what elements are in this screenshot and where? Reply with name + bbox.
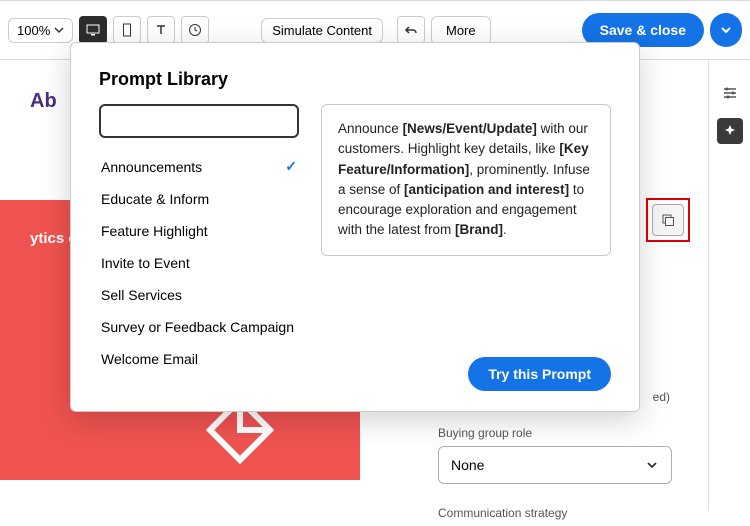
- ai-rail-button[interactable]: [717, 118, 743, 144]
- device-mobile-button[interactable]: [113, 16, 141, 44]
- zoom-value: 100%: [17, 23, 50, 38]
- prompt-item[interactable]: Welcome Email: [99, 343, 299, 375]
- check-icon: ✓: [285, 158, 297, 175]
- buying-group-select[interactable]: None: [438, 446, 672, 484]
- prompt-item-label: Invite to Event: [101, 255, 190, 271]
- prompt-item-label: Feature Highlight: [101, 223, 208, 239]
- try-prompt-button[interactable]: Try this Prompt: [468, 357, 611, 391]
- copy-icon: [660, 212, 676, 228]
- preview-placeholder: [anticipation and interest]: [404, 182, 569, 197]
- sparkle-icon: [722, 123, 738, 139]
- preview-placeholder: [News/Event/Update]: [403, 121, 537, 136]
- undo-icon: [404, 24, 418, 36]
- prompt-item[interactable]: Educate & Inform: [99, 183, 299, 215]
- chevron-down-icon: [54, 25, 64, 35]
- prompt-item-label: Survey or Feedback Campaign: [101, 319, 294, 335]
- device-desktop-button[interactable]: [79, 16, 107, 44]
- mobile-icon: [122, 23, 132, 37]
- prompt-preview: Announce [News/Event/Update] with our cu…: [321, 104, 611, 256]
- prompt-item[interactable]: Announcements ✓: [99, 150, 299, 183]
- undo-button[interactable]: [397, 16, 425, 44]
- text-icon: [155, 24, 167, 36]
- chevron-down-icon: [720, 24, 732, 36]
- preview-placeholder: [Key Feature/Information]: [338, 141, 589, 176]
- save-dropdown-button[interactable]: [710, 13, 742, 47]
- prompt-item-label: Sell Services: [101, 287, 182, 303]
- simulate-content-button[interactable]: Simulate Content: [261, 18, 383, 43]
- copy-button[interactable]: [652, 204, 684, 236]
- prompt-item-label: Announcements: [101, 159, 202, 175]
- clock-icon: [188, 23, 202, 37]
- zoom-selector[interactable]: 100%: [8, 18, 73, 43]
- prompt-item[interactable]: Feature Highlight: [99, 215, 299, 247]
- prompt-list: Announcements ✓ Educate & Inform Feature Hi…: [99, 150, 299, 375]
- prompt-item-label: Educate & Inform: [101, 191, 209, 207]
- buying-group-value: None: [451, 457, 484, 473]
- prompt-search[interactable]: [99, 104, 299, 138]
- desktop-icon: [86, 24, 100, 36]
- text-button[interactable]: [147, 16, 175, 44]
- chevron-down-icon: [645, 458, 659, 472]
- clock-button[interactable]: [181, 16, 209, 44]
- prompt-item[interactable]: Survey or Feedback Campaign: [99, 311, 299, 343]
- copy-highlight: [646, 198, 690, 242]
- more-button[interactable]: More: [431, 16, 491, 45]
- right-rail: [708, 60, 750, 510]
- buying-group-label: Buying group role: [438, 426, 690, 440]
- search-input[interactable]: [115, 114, 291, 129]
- sliders-icon: [721, 84, 739, 102]
- modal-title: Prompt Library: [99, 69, 611, 90]
- prompt-item[interactable]: Invite to Event: [99, 247, 299, 279]
- comm-strategy-label: Communication strategy: [438, 506, 690, 520]
- preview-placeholder: [Brand]: [455, 222, 503, 237]
- prompt-item[interactable]: Sell Services: [99, 279, 299, 311]
- prompt-library-modal: Prompt Library Announcements ✓ Educate & I…: [70, 42, 640, 412]
- settings-rail-button[interactable]: [717, 80, 743, 106]
- prompt-item-label: Welcome Email: [101, 351, 198, 367]
